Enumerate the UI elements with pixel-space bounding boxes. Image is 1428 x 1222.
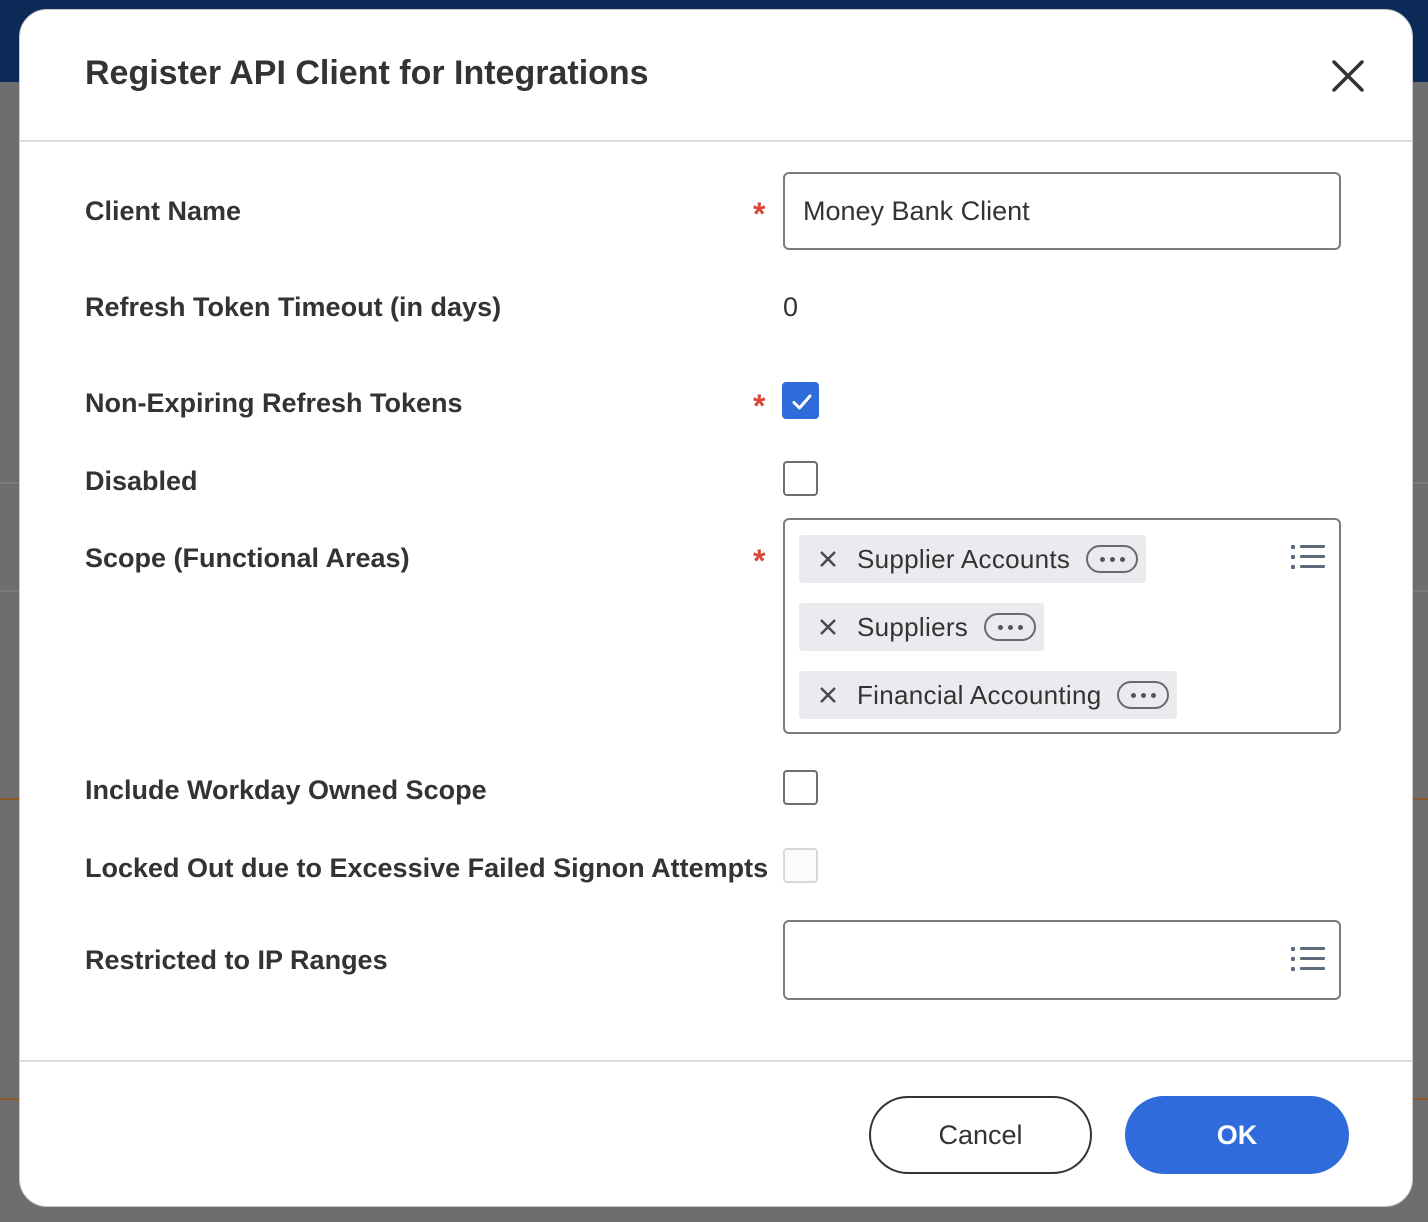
list-icon[interactable] [1291,544,1327,572]
required-marker: * [753,388,766,424]
scope-pill-label: Supplier Accounts [857,543,1071,574]
include-workday-owned-scope-label: Include Workday Owned Scope [85,775,487,805]
ok-button[interactable]: OK [1125,1096,1349,1174]
scope-multiselect[interactable]: Supplier Accounts Suppliers Financial Ac… [783,518,1341,734]
scope-pill-label: Suppliers [857,611,969,642]
cancel-button[interactable]: Cancel [869,1096,1092,1174]
locked-out-label: Locked Out due to Excessive Failed Signo… [85,853,769,883]
disabled-checkbox[interactable] [783,461,818,496]
ellipsis-icon[interactable] [1117,681,1170,709]
list-icon[interactable] [1291,946,1327,974]
scope-pill: Supplier Accounts [799,535,1147,583]
refresh-token-timeout-label: Refresh Token Timeout (in days) [85,292,502,322]
dialog-header: Register API Client for Integrations [20,10,1412,142]
scope-pill: Suppliers [799,603,1045,651]
locked-out-checkbox [783,848,818,883]
client-name-input[interactable] [783,172,1341,250]
scope-label: Scope (Functional Areas) [85,543,410,573]
scope-pill-label: Financial Accounting [857,679,1102,710]
register-api-client-dialog: Register API Client for Integrations Cli… [19,9,1413,1207]
ellipsis-icon[interactable] [1086,545,1139,573]
dialog-title: Register API Client for Integrations [85,54,649,92]
remove-x-icon[interactable] [813,680,843,710]
close-icon [1332,60,1364,92]
client-name-label: Client Name [85,196,242,226]
remove-x-icon[interactable] [813,544,843,574]
scope-pill: Financial Accounting [799,671,1178,719]
close-button[interactable] [1328,56,1368,96]
restricted-ip-ranges-label: Restricted to IP Ranges [85,945,388,975]
non-expiring-refresh-tokens-checkbox[interactable] [782,382,819,419]
refresh-token-timeout-value: 0 [783,292,799,322]
required-marker: * [753,196,766,232]
required-marker: * [753,543,766,579]
ellipsis-icon[interactable] [984,613,1037,641]
footer-divider [20,1060,1412,1062]
restricted-ip-ranges-input[interactable] [783,920,1341,1000]
non-expiring-refresh-tokens-label: Non-Expiring Refresh Tokens [85,388,463,418]
disabled-label: Disabled [85,466,198,496]
remove-x-icon[interactable] [813,612,843,642]
include-workday-owned-scope-checkbox[interactable] [783,770,818,805]
checkmark-icon [792,394,812,410]
